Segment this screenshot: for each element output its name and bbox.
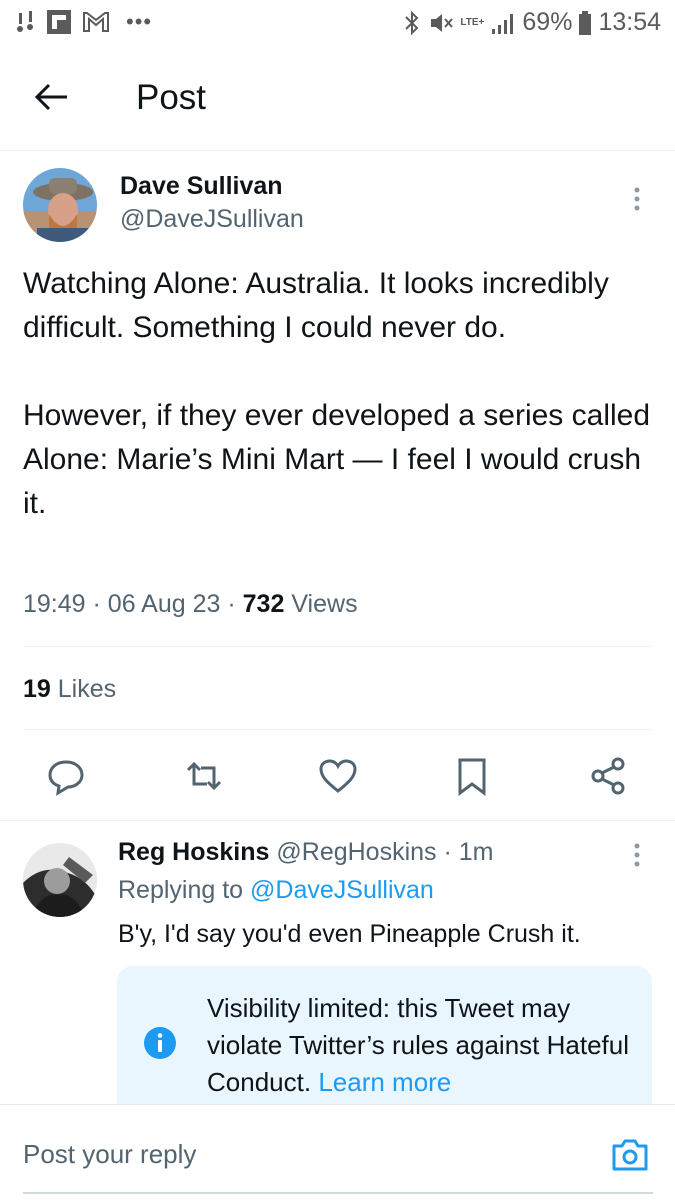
- battery-percent: 69%: [522, 8, 573, 36]
- like-icon: [319, 759, 357, 793]
- author-name[interactable]: Dave Sullivan: [120, 172, 283, 201]
- replying-prefix: Replying to: [118, 876, 244, 904]
- divider: [0, 820, 675, 821]
- reply-time: 1m: [458, 838, 494, 866]
- camera-icon: [612, 1139, 648, 1171]
- clock: 13:54: [598, 8, 661, 36]
- divider: [23, 729, 653, 730]
- arrow-left-icon: [34, 83, 67, 111]
- signal-icon: [492, 13, 514, 34]
- camera-button[interactable]: [610, 1135, 650, 1175]
- divider: [23, 646, 653, 647]
- tweet-paragraph: Watching Alone: Australia. It looks incr…: [23, 267, 609, 344]
- page-title: Post: [136, 78, 207, 117]
- reply-text: B'y, I'd say you'd even Pineapple Crush …: [118, 920, 581, 948]
- like-button[interactable]: [318, 756, 358, 796]
- more-vertical-icon: [634, 187, 640, 211]
- visibility-notice: Visibility limited: this Tweet may viola…: [117, 966, 652, 1106]
- more-notifications-icon: •••: [126, 9, 153, 34]
- tweet-date[interactable]: 06 Aug 23: [108, 590, 221, 618]
- replying-to: Replying to @DaveJSullivan: [118, 876, 434, 905]
- network-type: LTE+: [460, 16, 485, 28]
- likes-stat[interactable]: 19 Likes: [23, 675, 116, 704]
- reply-author-handle[interactable]: @RegHoskins: [276, 838, 436, 866]
- more-options-button[interactable]: [632, 186, 642, 214]
- mute-icon: [431, 13, 454, 32]
- top-app-bar: Post: [0, 46, 675, 151]
- reply-header: Reg Hoskins @RegHoskins · 1m: [118, 838, 494, 866]
- gmail-icon: [83, 12, 109, 32]
- tweet-paragraph: However, if they ever developed a series…: [23, 399, 651, 520]
- flipboard-icon: [47, 10, 71, 34]
- likes-label: Likes: [57, 675, 117, 703]
- action-bar: [0, 750, 675, 800]
- reply-icon: [48, 760, 84, 796]
- reply-composer: Post your reply: [0, 1104, 675, 1201]
- share-icon: [591, 757, 625, 795]
- likes-count: 19: [23, 675, 51, 703]
- share-button[interactable]: [588, 756, 628, 796]
- tweet-text: Watching Alone: Australia. It looks incr…: [23, 262, 663, 526]
- views-label: Views: [291, 590, 358, 618]
- reply-avatar[interactable]: [23, 843, 97, 917]
- battery-icon: [579, 10, 592, 35]
- reply-author-name[interactable]: Reg Hoskins: [118, 838, 269, 866]
- bluetooth-icon: [405, 10, 419, 35]
- reply-input-underline: [23, 1192, 653, 1194]
- reply-button[interactable]: [46, 756, 86, 796]
- status-bar: ••• LTE+ 69% 13:54: [0, 0, 675, 46]
- avatar[interactable]: [23, 168, 97, 242]
- info-icon: [144, 1027, 176, 1059]
- author-handle[interactable]: @DaveJSullivan: [120, 205, 304, 234]
- retweet-icon: [186, 761, 222, 791]
- more-vertical-icon: [634, 843, 640, 867]
- views-count: 732: [242, 590, 285, 618]
- reply-more-options-button[interactable]: [632, 842, 642, 870]
- tweet-meta: 19:49 · 06 Aug 23 · 732 Views: [23, 590, 358, 618]
- bookmark-icon: [458, 758, 486, 796]
- voicemail-icon: [17, 11, 33, 32]
- back-button[interactable]: [34, 82, 70, 112]
- learn-more-link[interactable]: Learn more: [318, 1067, 451, 1097]
- bookmark-button[interactable]: [452, 756, 492, 796]
- replying-to-link[interactable]: @DaveJSullivan: [250, 876, 434, 904]
- retweet-button[interactable]: [184, 756, 224, 796]
- tweet-time[interactable]: 19:49: [23, 590, 86, 618]
- reply-input[interactable]: Post your reply: [23, 1139, 196, 1170]
